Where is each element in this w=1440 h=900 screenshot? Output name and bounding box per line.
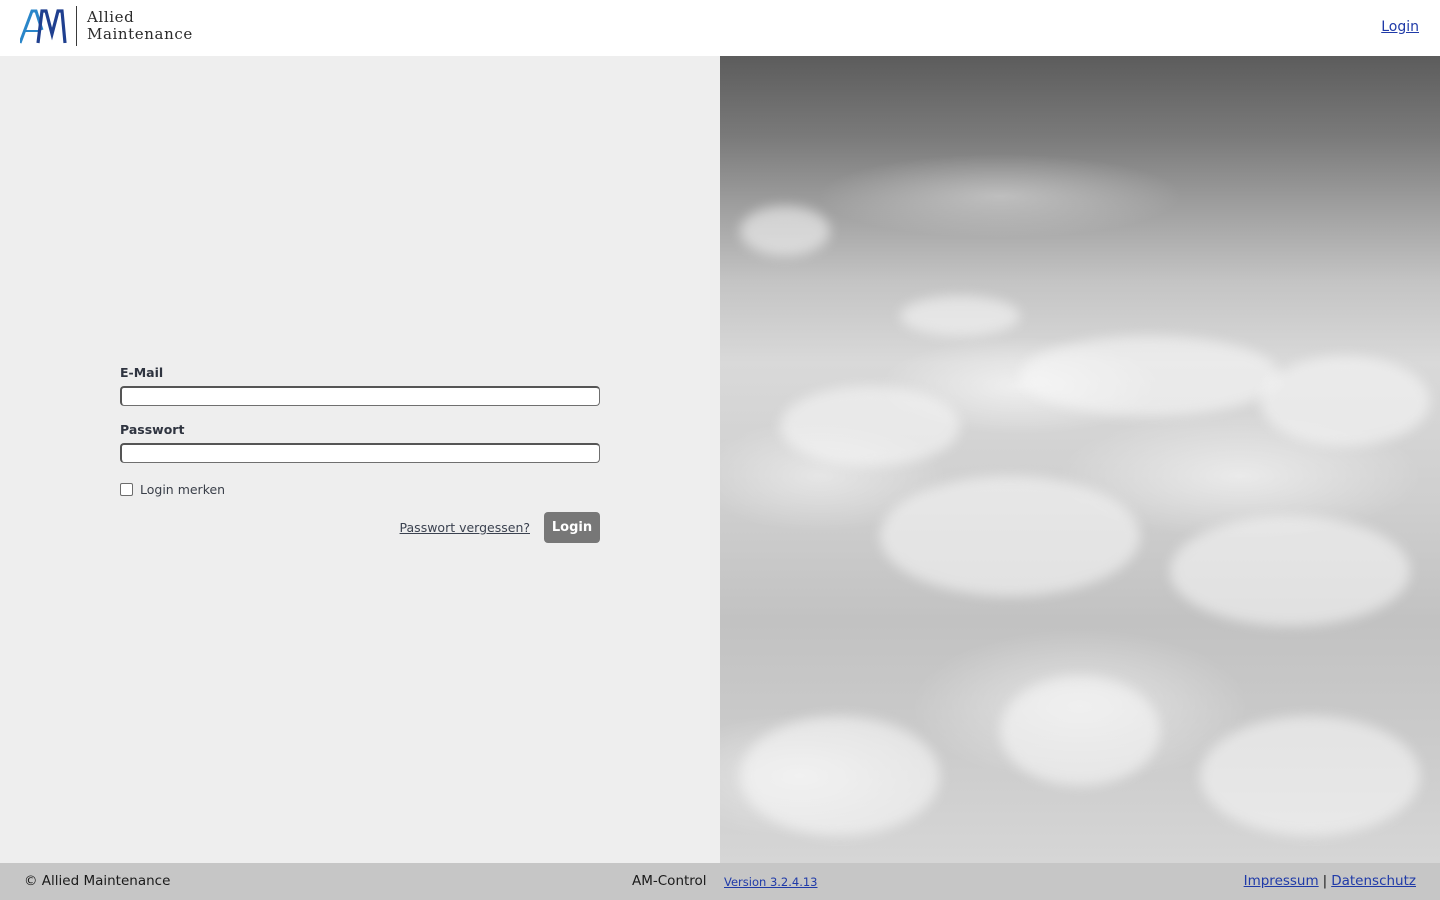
header-login-link[interactable]: Login: [1381, 19, 1419, 35]
footer-separator: |: [1322, 873, 1328, 889]
password-label: Passwort: [120, 422, 185, 437]
cloud-shape: [1000, 676, 1160, 786]
footer-links: Impressum | Datenschutz: [1244, 873, 1416, 889]
cloud-shape: [740, 716, 940, 836]
cloud-background-image: [720, 56, 1440, 863]
logo-line-1: Allied: [87, 8, 135, 26]
cloud-shape: [1260, 356, 1430, 446]
page-footer: © Allied Maintenance AM-Control Version …: [0, 863, 1440, 900]
email-field[interactable]: [120, 386, 600, 406]
email-label: E-Mail: [120, 365, 164, 380]
cloud-shape: [1200, 716, 1420, 836]
form-actions: Passwort vergessen? Login: [120, 512, 600, 543]
version-link[interactable]: Version 3.2.4.13: [724, 875, 818, 889]
cloud-shape: [880, 476, 1140, 596]
top-header: Allied Maintenance Login: [0, 0, 1440, 56]
cloud-shape: [1170, 516, 1410, 626]
logo-wordmark: Allied Maintenance: [87, 9, 193, 43]
remember-row: Login merken: [120, 482, 600, 497]
logo-line-2: Maintenance: [87, 25, 193, 43]
remember-login-checkbox[interactable]: [120, 483, 133, 496]
logo-divider: [76, 6, 77, 46]
cloud-shape: [740, 206, 830, 256]
cloud-shape: [900, 296, 1020, 336]
cloud-shape: [1020, 336, 1280, 416]
login-button[interactable]: Login: [544, 512, 600, 543]
forgot-password-link[interactable]: Passwort vergessen?: [400, 520, 530, 535]
company-logo[interactable]: Allied Maintenance: [20, 6, 193, 46]
am-logo-mark: [20, 6, 68, 46]
impressum-link[interactable]: Impressum: [1244, 873, 1319, 889]
password-field[interactable]: [120, 443, 600, 463]
cloud-shape: [780, 386, 960, 466]
login-panel: E-Mail Passwort Login merken Passwort ve…: [0, 56, 720, 863]
copyright-text: © Allied Maintenance: [24, 873, 171, 889]
product-name: AM-Control: [632, 873, 707, 889]
login-form: E-Mail Passwort Login merken Passwort ve…: [120, 365, 600, 543]
remember-login-label[interactable]: Login merken: [140, 482, 225, 497]
datenschutz-link[interactable]: Datenschutz: [1331, 873, 1416, 889]
